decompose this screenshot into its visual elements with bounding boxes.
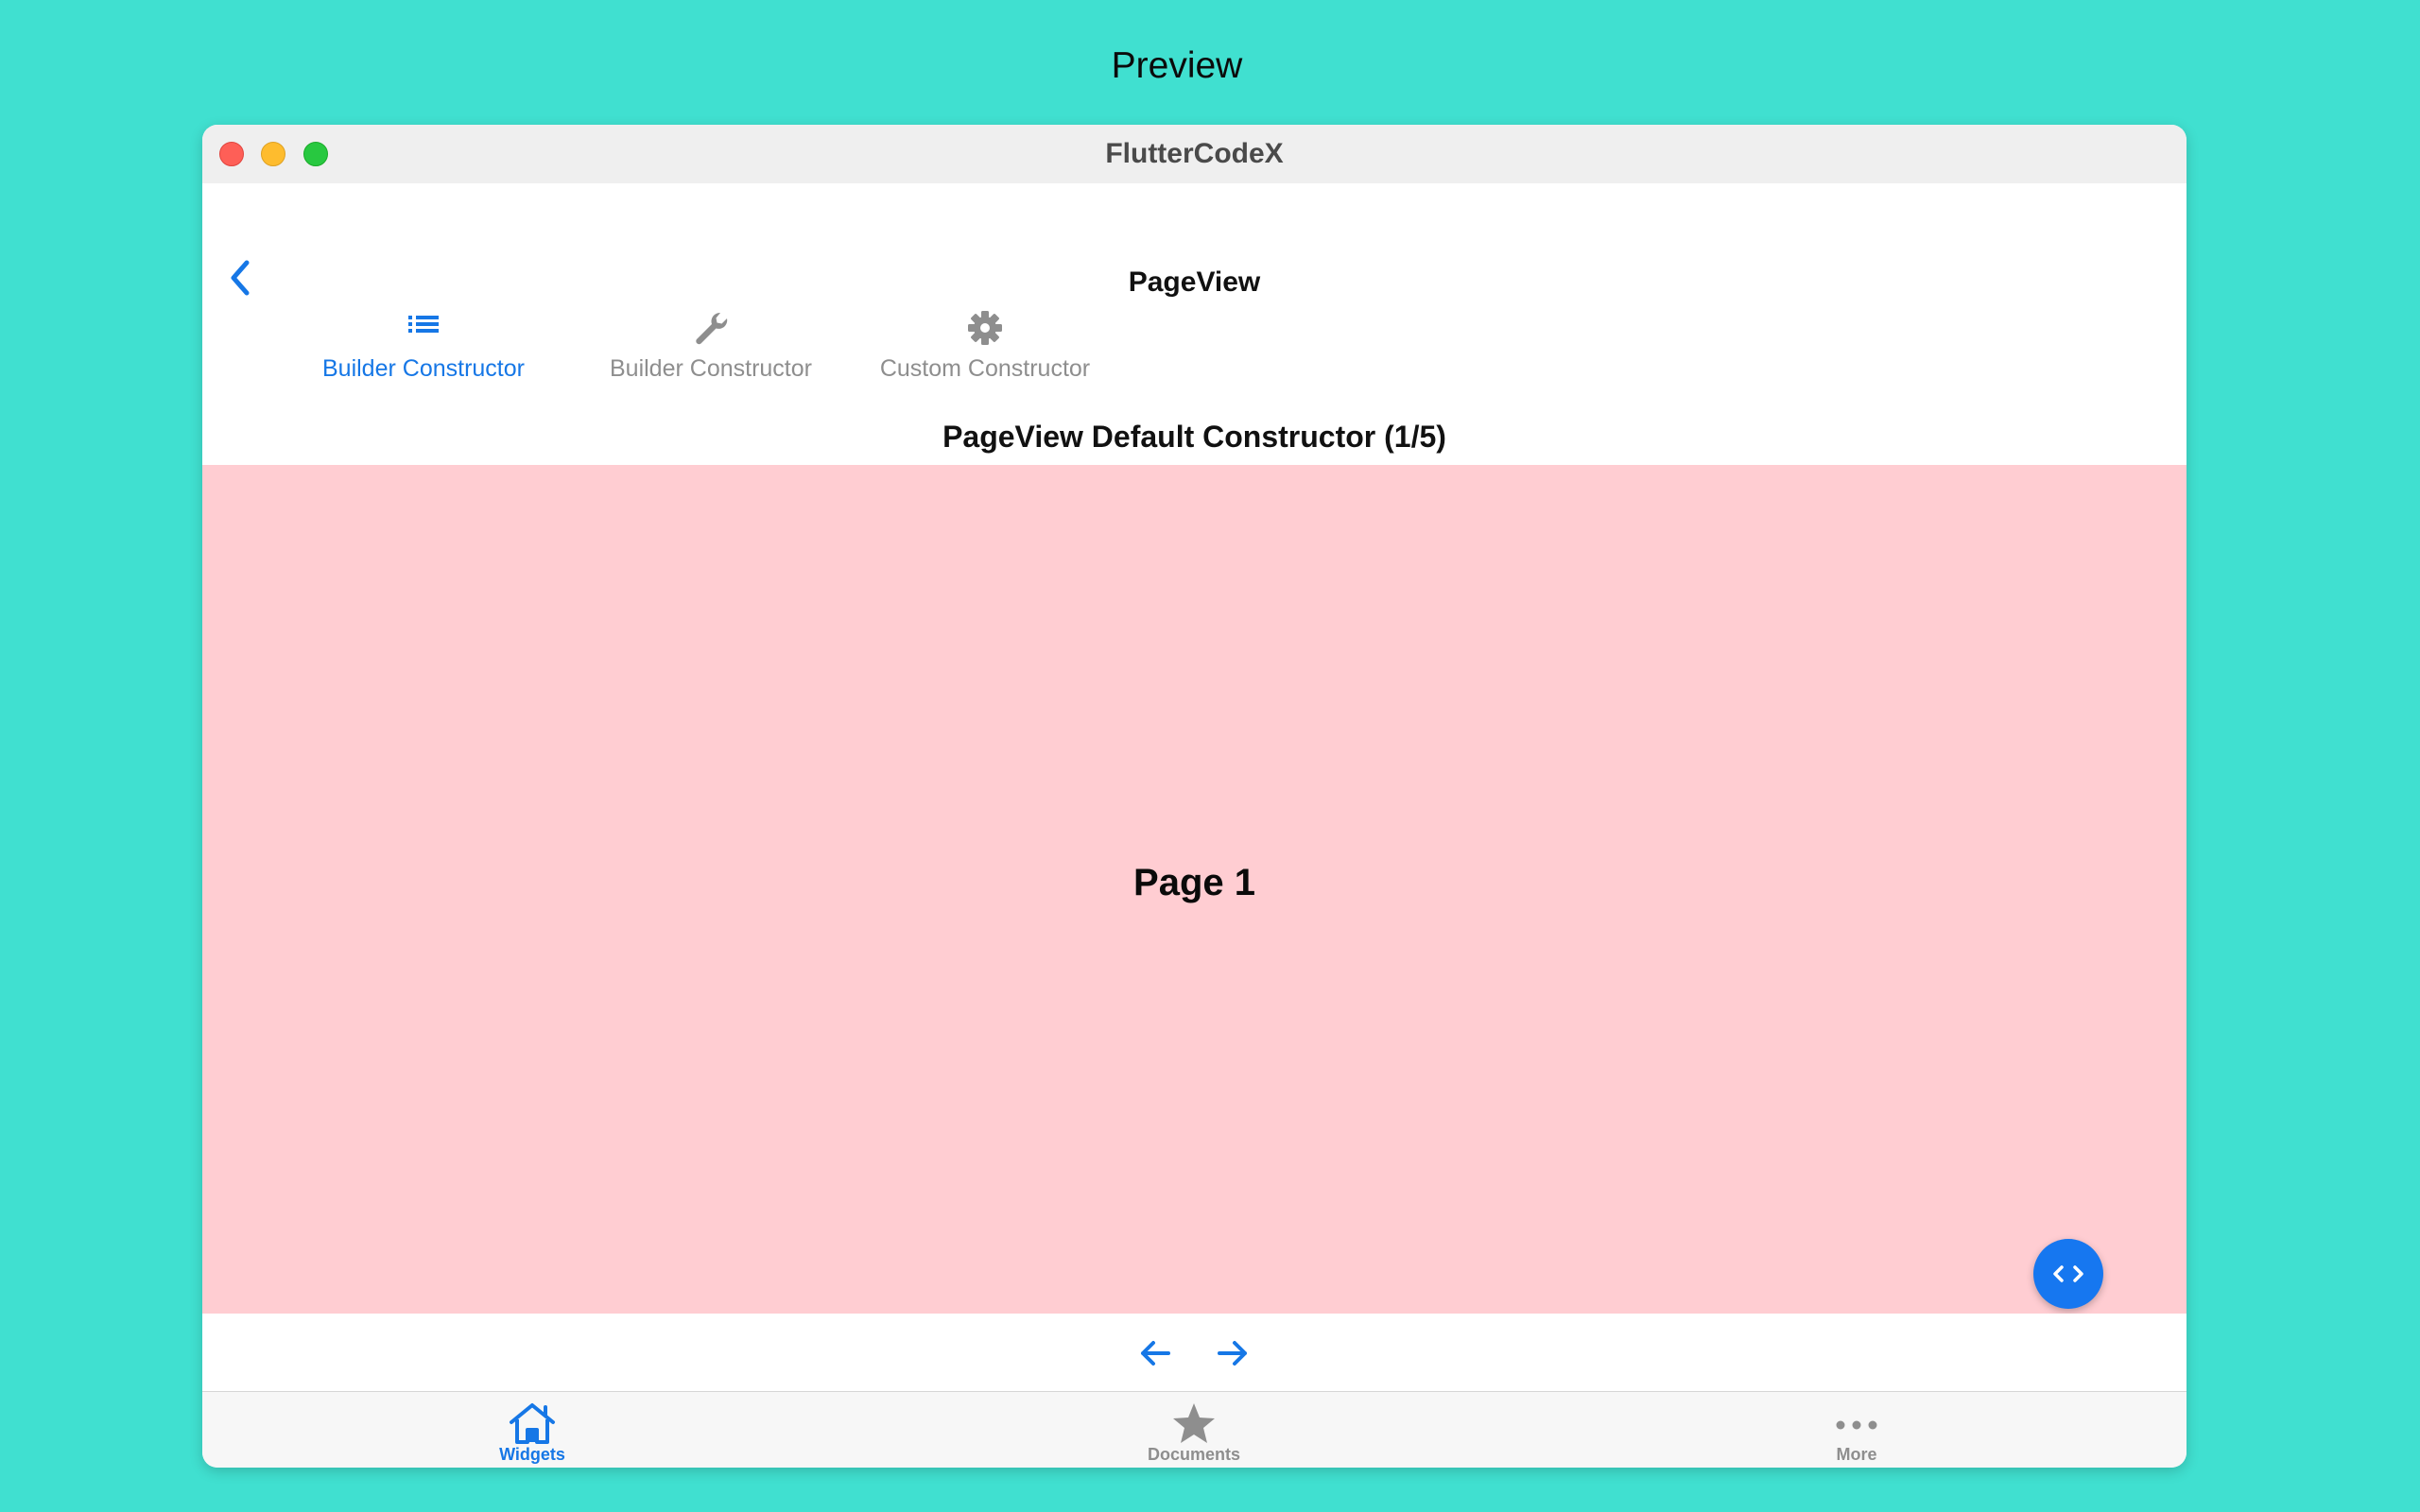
more-dots-icon (1762, 1401, 1951, 1445)
page-view[interactable]: Page 1 (202, 465, 2187, 1314)
page-label: Page 1 (1133, 862, 1255, 903)
bottom-navigation-bar: Widgets Documents More (202, 1391, 2187, 1468)
window-title: FlutterCodeX (1105, 138, 1284, 169)
tab-label: Custom Constructor (879, 355, 1091, 382)
pageview-header: PageView Default Constructor (1/5) (202, 408, 2187, 465)
tab-label: Builder Constructor (322, 355, 525, 382)
star-icon (1099, 1401, 1288, 1445)
nav-item-documents[interactable]: Documents (1099, 1392, 1288, 1468)
list-icon (314, 310, 533, 346)
next-page-button[interactable] (1212, 1332, 1253, 1374)
nav-item-more[interactable]: More (1762, 1392, 1951, 1468)
pager-controls (202, 1314, 2187, 1391)
app-window: FlutterCodeX PageView Builder Constructo… (202, 125, 2187, 1468)
tab-builder-constructor-2[interactable]: Builder Constructor (580, 183, 841, 382)
tab-custom-constructor[interactable]: Custom Constructor (870, 183, 1100, 382)
arrow-left-icon (1141, 1341, 1170, 1366)
nav-label: More (1836, 1445, 1877, 1464)
nav-label: Documents (1147, 1445, 1240, 1464)
view-code-button[interactable] (2033, 1239, 2103, 1309)
home-icon (438, 1401, 627, 1445)
title-bar: FlutterCodeX (202, 125, 2187, 184)
gear-icon (870, 310, 1100, 346)
tab-label: Builder Constructor (610, 355, 812, 382)
wrench-icon (580, 310, 841, 346)
nav-label: Widgets (499, 1445, 565, 1464)
preview-title: Preview (1111, 45, 1243, 86)
tab-builder-constructor[interactable]: Builder Constructor (314, 183, 533, 382)
arrow-right-icon (1218, 1341, 1247, 1366)
previous-page-button[interactable] (1134, 1332, 1176, 1374)
code-icon (2053, 1265, 2083, 1282)
nav-item-widgets[interactable]: Widgets (438, 1392, 627, 1468)
